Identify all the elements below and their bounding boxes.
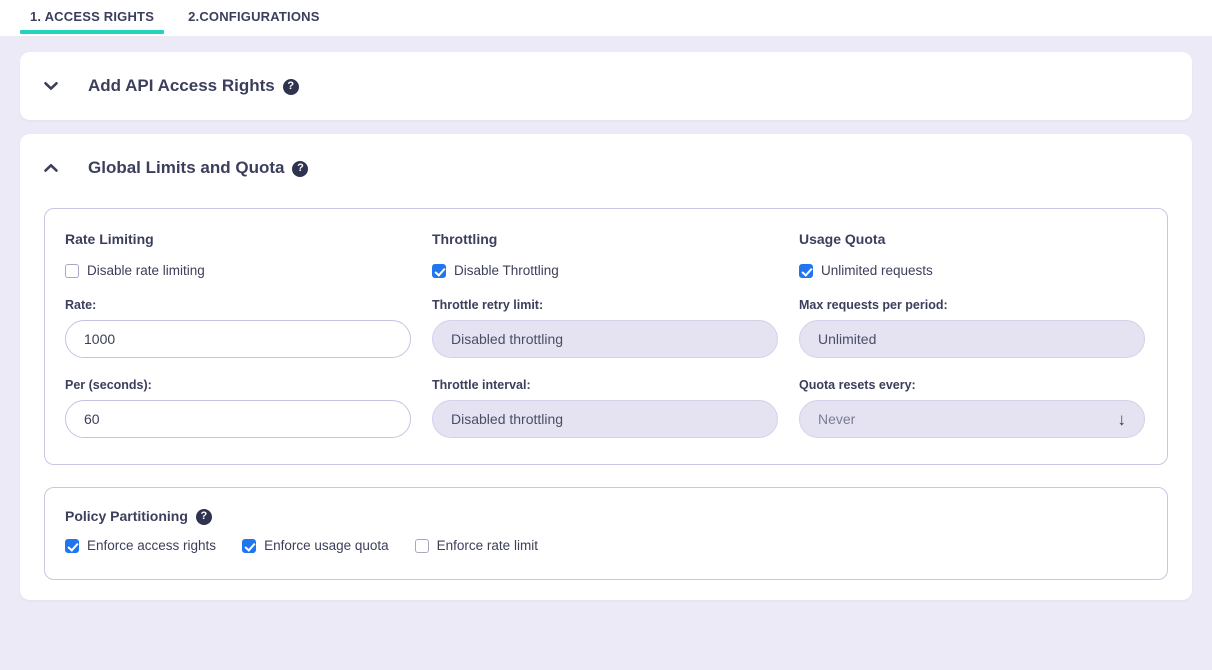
unlimited-requests-row[interactable]: Unlimited requests (799, 263, 1166, 278)
tab-bar: 1. ACCESS RIGHTS 2.CONFIGURATIONS (0, 0, 1212, 36)
enforce-rate-limit-checkbox[interactable] (415, 539, 429, 553)
disable-rate-limiting-row[interactable]: Disable rate limiting (65, 263, 432, 278)
help-icon-global-limits[interactable]: ? (292, 161, 308, 177)
accordion-global-limits-and-quota: Global Limits and Quota ? Rate Limiting … (20, 134, 1192, 600)
disable-rate-limiting-checkbox[interactable] (65, 264, 79, 278)
policy-partitioning-options: Enforce access rights Enforce usage quot… (65, 538, 1147, 553)
help-icon-global-limits-glyph: ? (297, 163, 304, 174)
rate-limiting-title: Rate Limiting (65, 231, 432, 247)
disable-rate-limiting-label[interactable]: Disable rate limiting (87, 263, 205, 278)
accordion-title-global-limits: Global Limits and Quota ? (88, 158, 308, 178)
throttle-retry-limit-label: Throttle retry limit: (432, 298, 799, 312)
column-rate-limiting: Rate Limiting Disable rate limiting Rate… (65, 231, 432, 438)
policy-partitioning-title-label: Policy Partitioning (65, 508, 188, 524)
tab-configurations[interactable]: 2.CONFIGURATIONS (178, 0, 330, 34)
quota-resets-value: Never (818, 411, 855, 427)
accordion-add-api-access-rights[interactable]: Add API Access Rights ? (20, 52, 1192, 120)
tab-configurations-label: 2.CONFIGURATIONS (188, 9, 320, 24)
help-icon-access-rights[interactable]: ? (283, 79, 299, 95)
limits-columns: Rate Limiting Disable rate limiting Rate… (65, 231, 1147, 438)
help-icon-access-rights-glyph: ? (287, 81, 294, 92)
column-throttling: Throttling Disable Throttling Throttle r… (432, 231, 799, 438)
enforce-usage-quota-row[interactable]: Enforce usage quota (242, 538, 389, 553)
accordion-title-global-limits-label: Global Limits and Quota (88, 158, 284, 178)
max-requests-label: Max requests per period: (799, 298, 1166, 312)
tab-access-rights[interactable]: 1. ACCESS RIGHTS (20, 0, 164, 34)
enforce-rate-limit-label[interactable]: Enforce rate limit (437, 538, 538, 553)
arrow-down-icon[interactable]: ↓ (1118, 411, 1127, 428)
rate-field-label: Rate: (65, 298, 432, 312)
unlimited-requests-checkbox[interactable] (799, 264, 813, 278)
enforce-usage-quota-checkbox[interactable] (242, 539, 256, 553)
quota-resets-select[interactable]: Never ↓ (799, 400, 1145, 438)
unlimited-requests-label[interactable]: Unlimited requests (821, 263, 933, 278)
accordion-title-access-rights-label: Add API Access Rights (88, 76, 275, 96)
accordion-header-access-rights[interactable]: Add API Access Rights ? (20, 52, 1192, 120)
throttle-interval-input: Disabled throttling (432, 400, 778, 438)
page-content: Add API Access Rights ? Global Limits an… (0, 52, 1212, 670)
limits-panel: Rate Limiting Disable rate limiting Rate… (44, 208, 1168, 465)
chevron-down-icon[interactable] (42, 77, 68, 95)
tab-access-rights-label: 1. ACCESS RIGHTS (30, 9, 154, 24)
column-usage-quota: Usage Quota Unlimited requests Max reque… (799, 231, 1166, 438)
help-icon-policy-partitioning-glyph: ? (201, 511, 208, 522)
disable-throttling-row[interactable]: Disable Throttling (432, 263, 799, 278)
enforce-access-rights-label[interactable]: Enforce access rights (87, 538, 216, 553)
max-requests-input: Unlimited (799, 320, 1145, 358)
enforce-rate-limit-row[interactable]: Enforce rate limit (415, 538, 538, 553)
enforce-access-rights-row[interactable]: Enforce access rights (65, 538, 216, 553)
policy-partitioning-panel: Policy Partitioning ? Enforce access rig… (44, 487, 1168, 580)
throttling-title: Throttling (432, 231, 799, 247)
accordion-header-global-limits[interactable]: Global Limits and Quota ? (20, 134, 1192, 202)
chevron-up-icon[interactable] (42, 159, 68, 177)
accordion-title-access-rights: Add API Access Rights ? (88, 76, 299, 96)
active-tab-underline (20, 30, 164, 34)
enforce-access-rights-checkbox[interactable] (65, 539, 79, 553)
per-seconds-input[interactable]: 60 (65, 400, 411, 438)
throttle-retry-limit-input: Disabled throttling (432, 320, 778, 358)
throttle-interval-label: Throttle interval: (432, 378, 799, 392)
quota-resets-label: Quota resets every: (799, 378, 1166, 392)
usage-quota-title: Usage Quota (799, 231, 1166, 247)
help-icon-policy-partitioning[interactable]: ? (196, 509, 212, 525)
disable-throttling-label[interactable]: Disable Throttling (454, 263, 559, 278)
enforce-usage-quota-label[interactable]: Enforce usage quota (264, 538, 389, 553)
policy-partitioning-title: Policy Partitioning ? (65, 508, 1147, 524)
rate-input[interactable]: 1000 (65, 320, 411, 358)
per-seconds-field-label: Per (seconds): (65, 378, 432, 392)
disable-throttling-checkbox[interactable] (432, 264, 446, 278)
